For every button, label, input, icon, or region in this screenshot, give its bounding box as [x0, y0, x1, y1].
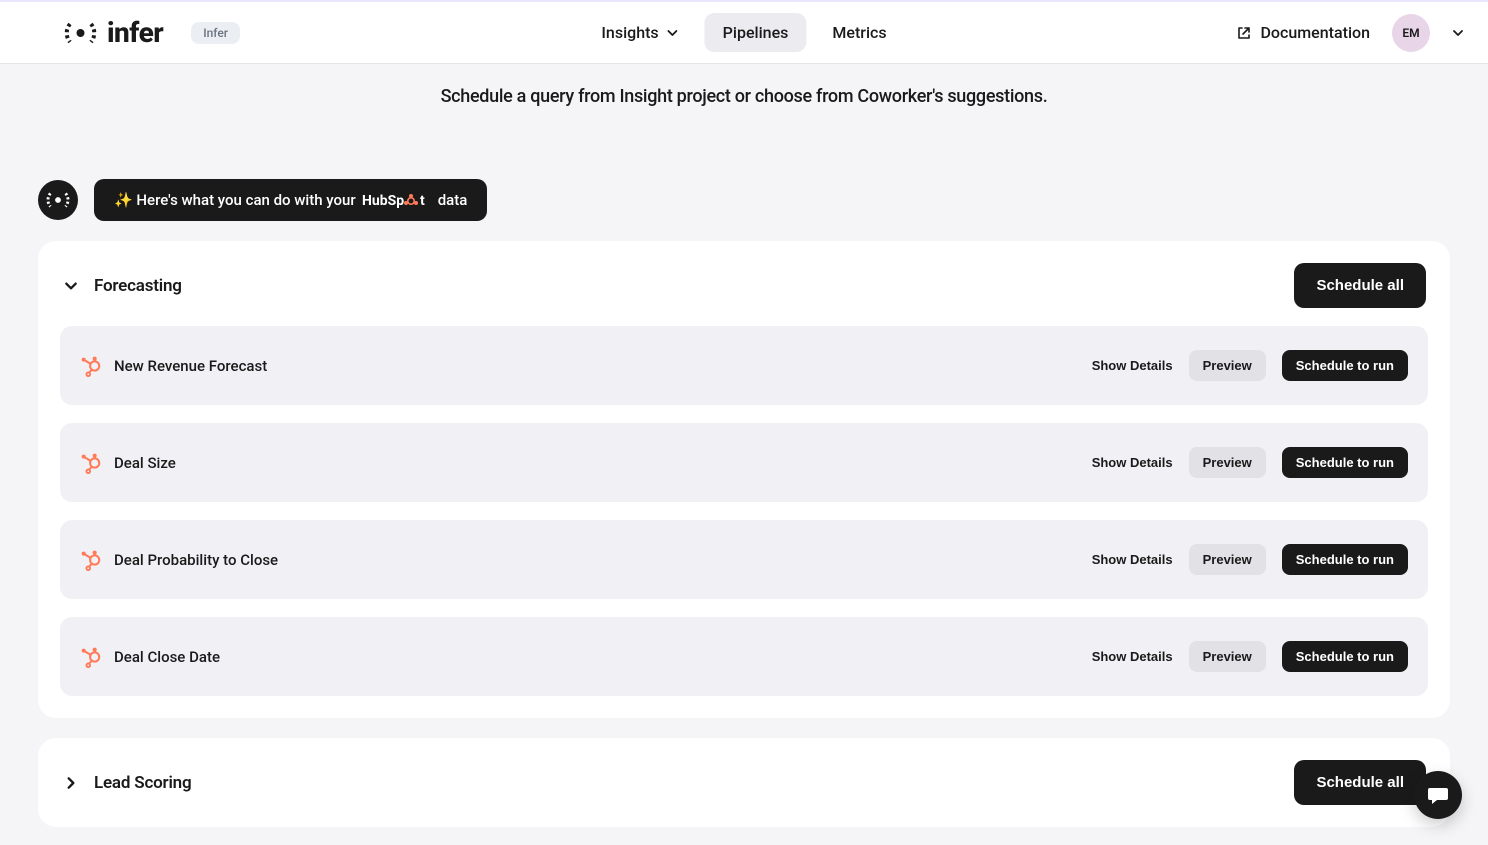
show-details-button[interactable]: Show Details [1092, 455, 1173, 470]
chat-icon [1426, 783, 1450, 807]
documentation-label: Documentation [1260, 23, 1370, 42]
app-header: infer Infer Insights Pipelines Metrics D… [0, 0, 1488, 64]
external-link-icon [1236, 25, 1252, 41]
suggestion-item: Deal Probability to Close Show Details P… [60, 520, 1428, 599]
avatar[interactable]: EM [1392, 14, 1430, 52]
top-nav: Insights Pipelines Metrics [583, 13, 904, 52]
suggestion-row: ✨ Here's what you can do with your HubSp… [38, 179, 1488, 221]
preview-button[interactable]: Preview [1189, 544, 1266, 575]
hubspot-icon [80, 355, 102, 377]
hubspot-icon [80, 452, 102, 474]
suggestion-suffix: data [438, 191, 468, 209]
preview-button[interactable]: Preview [1189, 447, 1266, 478]
chevron-right-icon [62, 774, 80, 792]
suggestion-prefix: ✨ Here's what you can do with your [114, 191, 356, 209]
user-menu-chevron-icon[interactable] [1452, 27, 1464, 39]
schedule-all-button[interactable]: Schedule all [1294, 760, 1426, 805]
section-title-group[interactable]: Forecasting [62, 276, 182, 296]
show-details-button[interactable]: Show Details [1092, 552, 1173, 567]
coworker-avatar-icon [38, 180, 78, 220]
schedule-to-run-button[interactable]: Schedule to run [1282, 350, 1408, 381]
env-tag: Infer [191, 22, 240, 44]
item-name: Deal Close Date [114, 648, 220, 666]
header-right: Documentation EM [1236, 14, 1464, 52]
logo-mark-icon [64, 20, 97, 46]
section-title-group[interactable]: Lead Scoring [62, 773, 191, 793]
section-header: Lead Scoring Schedule all [60, 760, 1428, 805]
suggestion-item: New Revenue Forecast Show Details Previe… [60, 326, 1428, 405]
documentation-link[interactable]: Documentation [1236, 23, 1370, 42]
suggestion-item: Deal Close Date Show Details Preview Sch… [60, 617, 1428, 696]
suggestion-item: Deal Size Show Details Preview Schedule … [60, 423, 1428, 502]
preview-button[interactable]: Preview [1189, 641, 1266, 672]
section-title: Forecasting [94, 276, 182, 296]
show-details-button[interactable]: Show Details [1092, 358, 1173, 373]
logo-wordmark: infer [107, 16, 163, 49]
hubspot-icon [80, 646, 102, 668]
schedule-to-run-button[interactable]: Schedule to run [1282, 447, 1408, 478]
hubspot-icon [80, 549, 102, 571]
chevron-down-icon [667, 27, 679, 39]
logo[interactable]: infer [64, 16, 163, 49]
preview-button[interactable]: Preview [1189, 350, 1266, 381]
suggestion-pill: ✨ Here's what you can do with your HubSp… [94, 179, 487, 221]
svg-text:HubSp: HubSp [362, 193, 404, 209]
chat-fab[interactable] [1414, 771, 1462, 819]
show-details-button[interactable]: Show Details [1092, 649, 1173, 664]
section-lead-scoring: Lead Scoring Schedule all [38, 738, 1450, 827]
nav-insights[interactable]: Insights [583, 13, 696, 52]
nav-metrics[interactable]: Metrics [814, 13, 904, 52]
item-name: Deal Size [114, 454, 176, 472]
nav-pipelines[interactable]: Pipelines [705, 13, 807, 52]
chevron-down-icon [62, 277, 80, 295]
nav-metrics-label: Metrics [832, 23, 886, 42]
page-subtitle: Schedule a query from Insight project or… [0, 86, 1488, 107]
section-forecasting: Forecasting Schedule all New Revenue For… [38, 241, 1450, 718]
section-header: Forecasting Schedule all [60, 263, 1428, 308]
nav-insights-label: Insights [601, 23, 658, 42]
item-name: New Revenue Forecast [114, 357, 267, 375]
schedule-all-button[interactable]: Schedule all [1294, 263, 1426, 308]
section-title: Lead Scoring [94, 773, 191, 793]
item-name: Deal Probability to Close [114, 551, 278, 569]
svg-text:t: t [420, 193, 425, 209]
schedule-to-run-button[interactable]: Schedule to run [1282, 544, 1408, 575]
nav-pipelines-label: Pipelines [723, 23, 789, 42]
hubspot-wordmark-icon: HubSp t [362, 190, 432, 210]
schedule-to-run-button[interactable]: Schedule to run [1282, 641, 1408, 672]
